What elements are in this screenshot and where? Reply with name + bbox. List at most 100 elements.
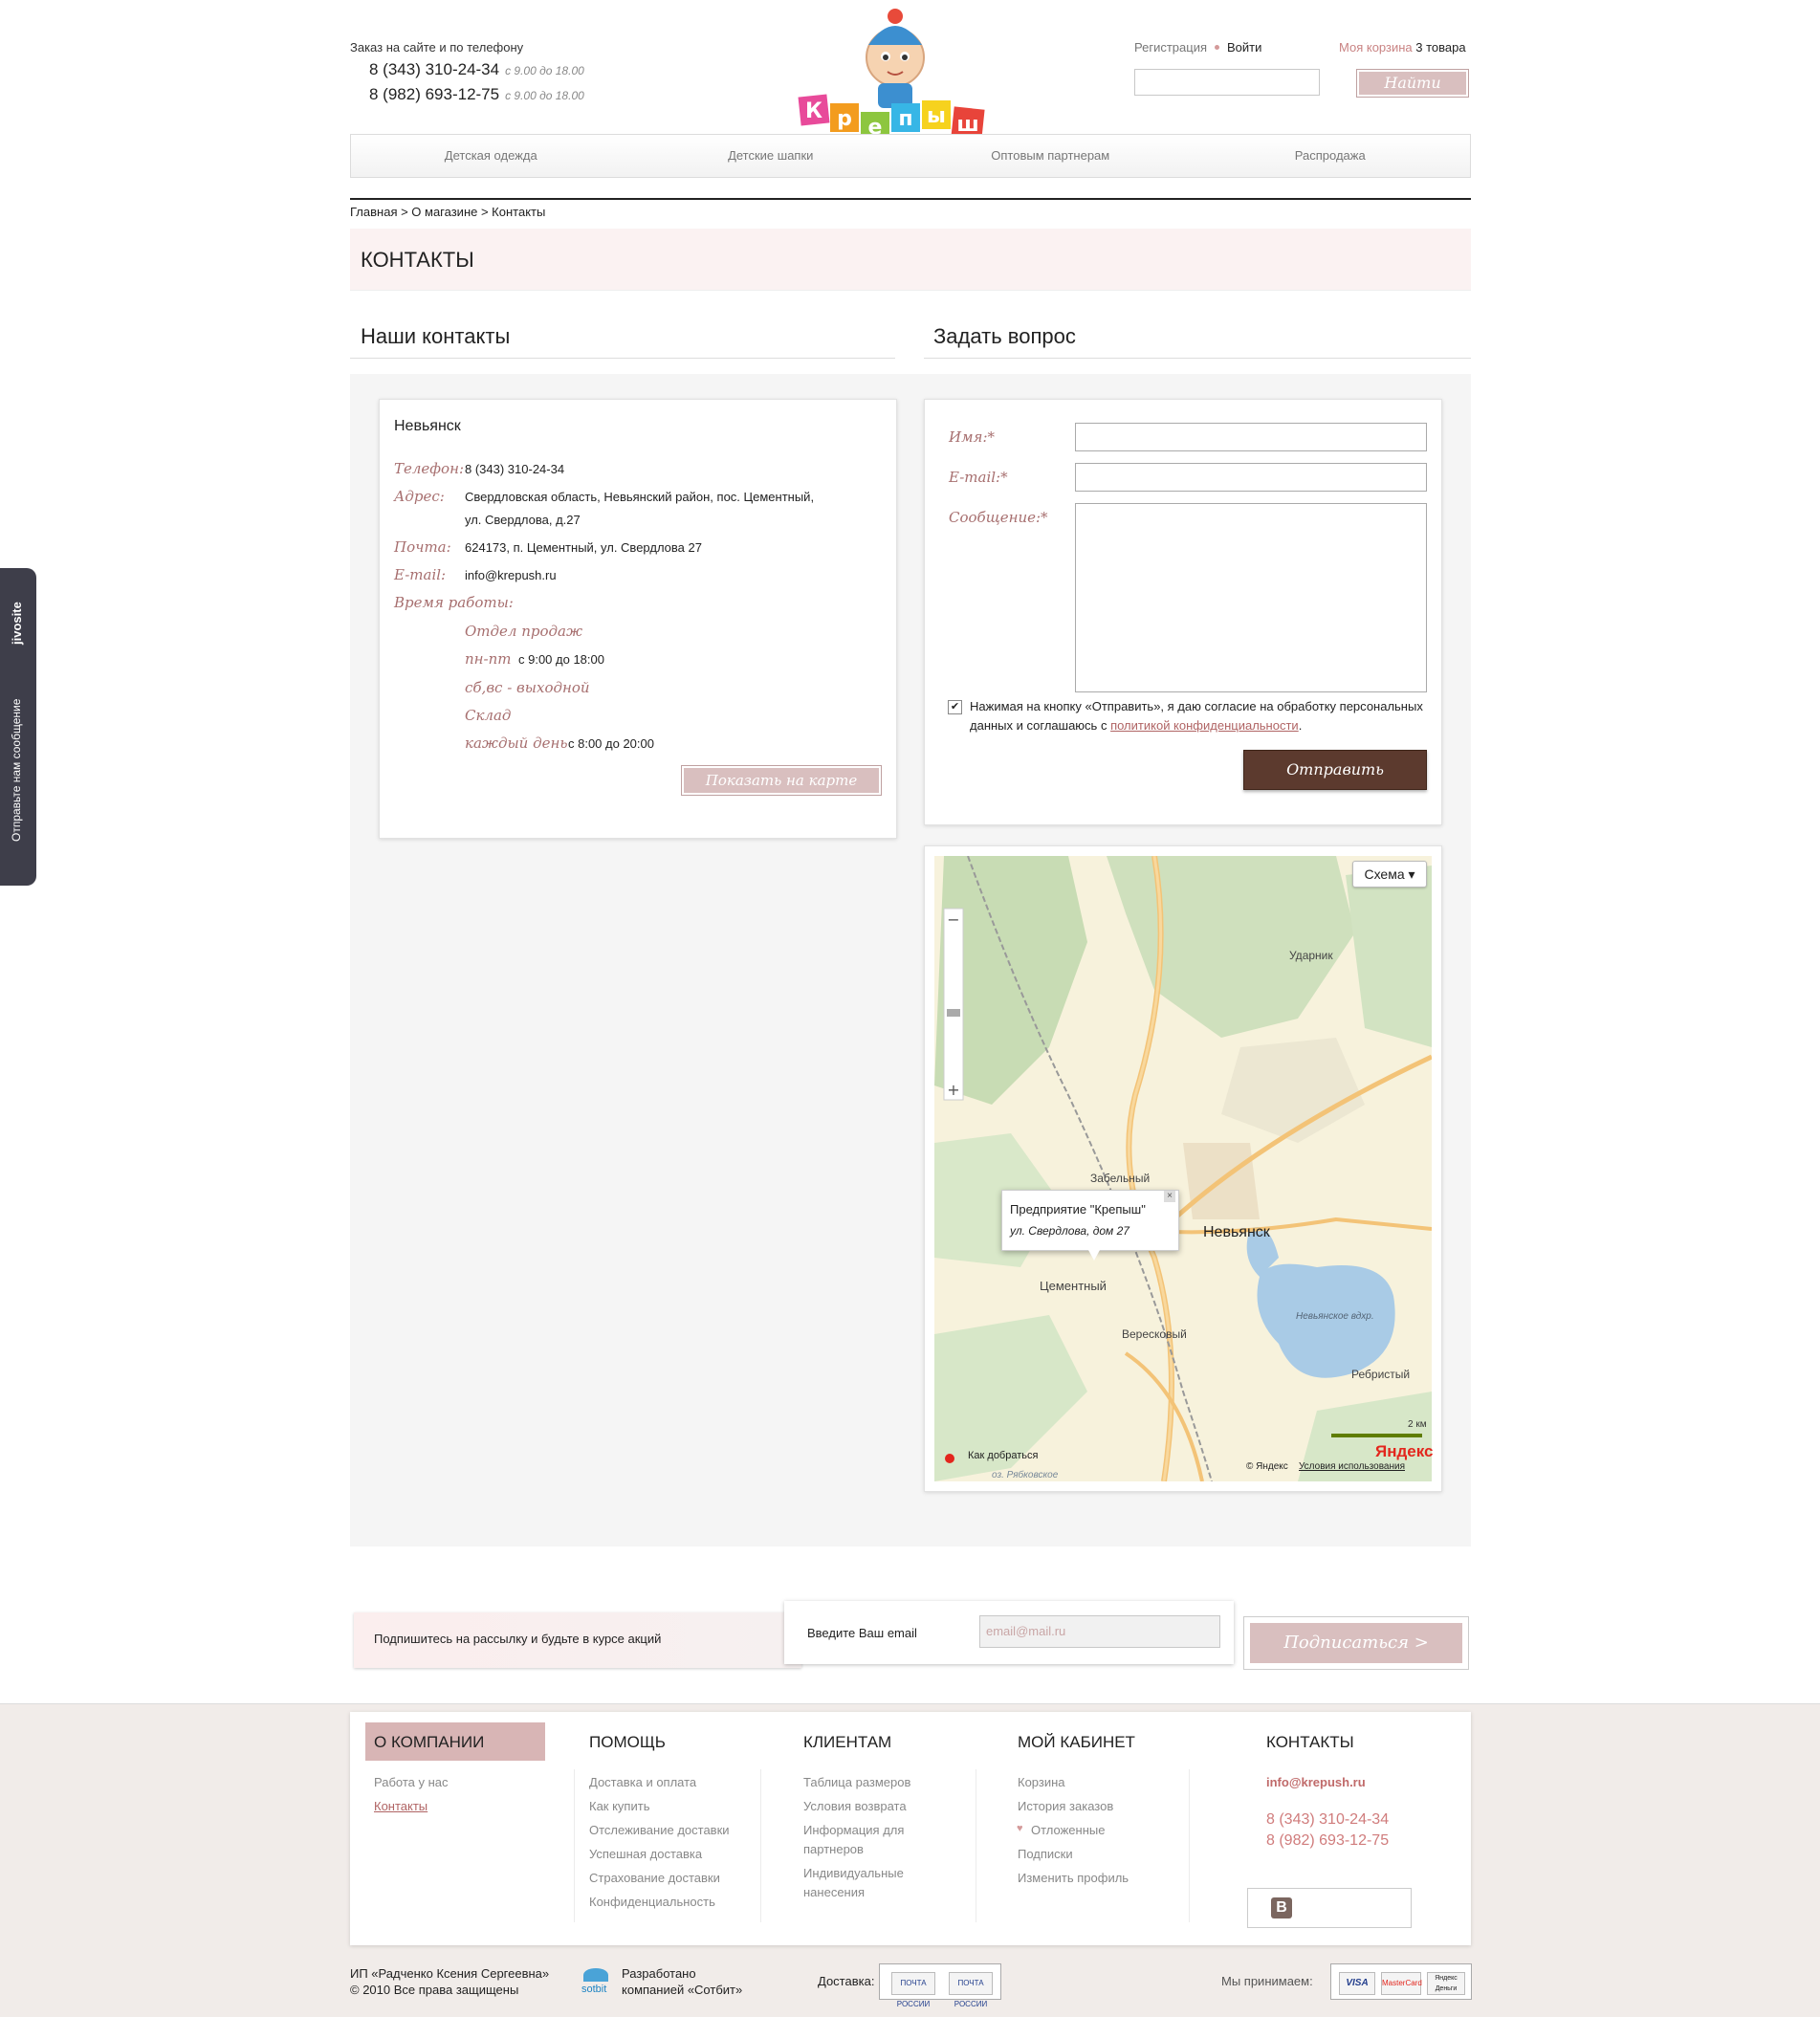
payment-label: Мы принимаем:	[1221, 1974, 1313, 1988]
message-label: Сообщение:*	[949, 509, 1048, 526]
footer-link[interactable]: Отслеживание доставки	[589, 1823, 730, 1837]
consent-checkbox[interactable]: ✔	[948, 700, 962, 714]
privacy-policy-link[interactable]: политикой конфиденциальности	[1110, 718, 1299, 733]
footer-clients-title: КЛИЕНТАМ	[803, 1733, 892, 1751]
chat-widget-text[interactable]: Отправьте нам сообщение	[10, 699, 23, 842]
footer-link[interactable]: Подписки	[1018, 1847, 1073, 1861]
nav-item-hats[interactable]: Детские шапки	[631, 135, 911, 177]
footer-link[interactable]: Таблица размеров	[803, 1775, 910, 1789]
header-phone-2: 8 (982) 693-12-75 с 9.00 до 18.00	[369, 85, 584, 104]
subscribe-text: Подпишитесь на рассылку и будьте в курсе…	[374, 1632, 662, 1646]
footer-link[interactable]: История заказов	[1018, 1799, 1113, 1813]
search-button[interactable]: Найти	[1356, 69, 1469, 98]
sotbit-logo: sotbit	[581, 1984, 607, 1995]
yandex-logo: Яндекс	[1375, 1442, 1434, 1460]
subscribe-email-input[interactable]: email@mail.ru	[979, 1615, 1220, 1648]
page-title: КОНТАКТЫ	[361, 248, 474, 272]
search-input[interactable]	[1134, 69, 1320, 96]
map-label-zabelny: Забельный	[1090, 1172, 1151, 1185]
delivery-label: Доставка:	[818, 1974, 875, 1988]
map-balloon: Предприятие "Крепыш" ул. Свердлова, дом …	[1001, 1190, 1179, 1261]
footer-link[interactable]: Доставка и оплата	[589, 1775, 696, 1789]
message-textarea[interactable]	[1075, 503, 1427, 692]
footer-link[interactable]: Индивидуальные	[803, 1866, 904, 1880]
daily-label: каждый день	[465, 734, 568, 752]
phone-number: 8 (982) 693-12-75	[369, 85, 500, 103]
main-nav: Детская одежда Детские шапки Оптовым пар…	[350, 134, 1471, 178]
footer-company-title: О КОМПАНИИ	[365, 1722, 545, 1761]
login-link[interactable]: Войти	[1227, 40, 1261, 55]
city-name: Невьянск	[394, 418, 461, 434]
footer-link[interactable]: нанесения	[803, 1885, 865, 1899]
footer-help-title: ПОМОЩЬ	[589, 1733, 666, 1751]
chat-widget[interactable]: jivosite Отправьте нам сообщение	[0, 568, 36, 886]
route-link[interactable]: Как добраться	[968, 1450, 1038, 1461]
footer-link[interactable]: Контакты	[374, 1799, 428, 1813]
breadcrumb[interactable]: Главная > О магазине > Контакты	[350, 205, 545, 219]
footer-link[interactable]: Как купить	[589, 1799, 649, 1813]
address-line-1: Свердловская область, Невьянский район, …	[465, 490, 815, 504]
footer-link[interactable]: партнеров	[803, 1842, 864, 1856]
nav-item-clothes[interactable]: Детская одежда	[351, 135, 631, 177]
footer-link[interactable]: Условия возврата	[803, 1799, 907, 1813]
account-links: Регистрация Войти	[1134, 40, 1261, 55]
subscribe-button[interactable]: Подписаться >	[1250, 1623, 1462, 1663]
consent-text: Нажимая на кнопку «Отправить», я даю сог…	[970, 697, 1429, 735]
phone-time: с 9.00 до 18.00	[505, 64, 584, 77]
show-on-map-button[interactable]: Показать на карте	[681, 765, 882, 796]
footer-phone-2: 8 (982) 693-12-75	[1266, 1832, 1390, 1849]
email-value[interactable]: info@krepush.ru	[465, 568, 557, 582]
cart-label: Моя корзина	[1339, 40, 1413, 55]
rights-text: © 2010 Все права защищены	[350, 1983, 519, 1997]
map-terms-link[interactable]: Условия использования	[1299, 1461, 1405, 1472]
visa-icon: VISA	[1339, 1972, 1375, 1995]
sotbit-icon	[583, 1968, 608, 1982]
divider	[760, 1769, 761, 1922]
developer-link[interactable]: компанией «Сотбит»	[622, 1983, 742, 1997]
footer-link[interactable]: Успешная доставка	[589, 1847, 702, 1861]
question-heading: Задать вопрос	[933, 324, 1076, 348]
email-field[interactable]	[1075, 463, 1427, 492]
map-label-vereskovy: Вересковый	[1122, 1327, 1187, 1341]
address-label: Адрес:	[394, 488, 445, 505]
map-type-selector[interactable]: Схема ▾	[1352, 861, 1427, 888]
cart-link[interactable]: Моя корзина 3 товара	[1339, 40, 1466, 55]
page-title-bar: КОНТАКТЫ	[350, 229, 1471, 291]
svg-text:п: п	[898, 107, 912, 131]
footer-link[interactable]: Страхование доставки	[589, 1871, 720, 1885]
balloon-tail	[1088, 1250, 1100, 1261]
vk-widget[interactable]: В	[1247, 1888, 1412, 1928]
footer-link[interactable]: Корзина	[1018, 1775, 1065, 1789]
footer-email-link[interactable]: info@krepush.ru	[1266, 1775, 1366, 1789]
weekdays-time: с 9:00 до 18:00	[518, 652, 604, 667]
site-logo[interactable]: К р е п ы ш	[798, 5, 998, 153]
footer-link[interactable]: Изменить профиль	[1018, 1871, 1129, 1885]
vk-icon: В	[1271, 1897, 1292, 1918]
register-link[interactable]: Регистрация	[1134, 40, 1207, 55]
phone-number: 8 (343) 310-24-34	[369, 60, 500, 78]
footer-link[interactable]: Конфиденциальность	[589, 1895, 715, 1909]
russian-post-icon: ПОЧТА РОССИИ	[949, 1972, 993, 2008]
contacts-heading: Наши контакты	[361, 324, 511, 348]
phone-time: с 9.00 до 18.00	[505, 89, 584, 102]
send-button[interactable]: Отправить	[1243, 750, 1427, 790]
mastercard-icon: MasterCard	[1381, 1972, 1422, 1995]
weekdays-label: пн-пт	[465, 650, 512, 668]
dept-sales-label: Отдел продаж	[465, 623, 583, 640]
footer-link[interactable]: Отложенные	[1031, 1823, 1105, 1837]
close-icon[interactable]: ×	[1164, 1191, 1175, 1202]
map-scale: 2 км	[1408, 1419, 1427, 1430]
email-label: E-mail:	[394, 566, 447, 583]
name-field[interactable]	[1075, 423, 1427, 451]
footer-link[interactable]: Информация для	[803, 1823, 904, 1837]
nav-item-sale[interactable]: Распродажа	[1191, 135, 1471, 177]
subscribe-email-label: Введите Ваш email	[807, 1626, 917, 1640]
nav-item-wholesale[interactable]: Оптовым партнерам	[910, 135, 1191, 177]
svg-text:р: р	[837, 107, 852, 131]
cart-count: 3 товара	[1415, 40, 1466, 55]
yandex-map[interactable]: − +	[934, 856, 1432, 1481]
footer-link[interactable]: Работа у нас	[374, 1775, 449, 1789]
payment-logos: VISA MasterCard Яндекс Деньги	[1330, 1963, 1472, 2000]
divider	[350, 358, 895, 359]
owner-text: ИП «Радченко Ксения Сергеевна»	[350, 1966, 550, 1981]
